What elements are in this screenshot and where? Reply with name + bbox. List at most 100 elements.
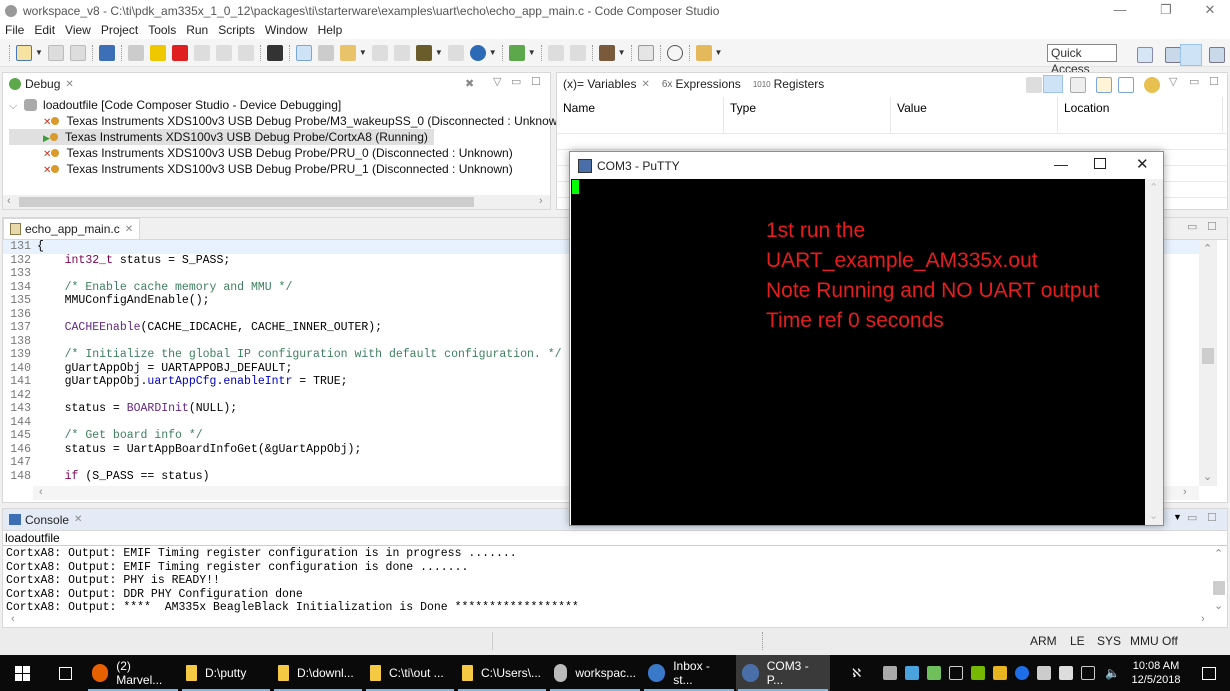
volume-icon[interactable]: 🔈 bbox=[1105, 666, 1120, 680]
remove-terminated-icon[interactable]: ✖ bbox=[465, 77, 474, 90]
quick-access-input[interactable]: Quick Access bbox=[1047, 44, 1117, 76]
minimize-view-icon[interactable]: ▭ bbox=[1189, 75, 1199, 88]
tray-bluetooth-icon[interactable] bbox=[1015, 666, 1030, 680]
console-output[interactable]: CortxA8: Output: EMIF Timing register co… bbox=[6, 547, 1206, 615]
column-type[interactable]: Type bbox=[724, 97, 891, 133]
close-tab-icon[interactable]: ✕ bbox=[125, 224, 133, 235]
pin-icon[interactable] bbox=[695, 44, 712, 61]
putty-title-bar[interactable]: COM3 - PuTTY — ✕ bbox=[570, 152, 1163, 179]
taskbar-item[interactable]: D:\putty bbox=[180, 655, 272, 691]
view-menu-icon[interactable]: ▼ bbox=[1173, 512, 1182, 522]
taskbar-item[interactable]: (2) Marvel... bbox=[86, 655, 180, 691]
minimize-view-icon[interactable]: ▭ bbox=[1187, 220, 1197, 233]
assembly-step-icon[interactable] bbox=[547, 44, 564, 61]
scrollbar-thumb[interactable] bbox=[1213, 581, 1225, 595]
line-number[interactable]: 131 bbox=[3, 240, 37, 254]
view-menu-icon[interactable]: ▽ bbox=[1169, 75, 1177, 88]
taskbar-item[interactable]: C:\Users\... bbox=[456, 655, 548, 691]
pin-view-icon[interactable] bbox=[1118, 77, 1134, 93]
tree-root[interactable]: ⌵ loadoutfile [Code Composer Studio - De… bbox=[9, 97, 568, 113]
taskbar-item[interactable]: COM3 - P... bbox=[736, 655, 830, 691]
chevron-down-icon[interactable]: ▼ bbox=[715, 48, 723, 57]
new-icon[interactable] bbox=[16, 44, 32, 61]
putty-scrollbar[interactable]: ⌃ ⌄ bbox=[1145, 179, 1163, 525]
line-number[interactable]: 135 bbox=[3, 294, 37, 308]
putty-terminal[interactable]: 1st run the UART_example_AM335x.out Note… bbox=[571, 179, 1145, 525]
menu-file[interactable]: File bbox=[0, 23, 29, 37]
disconnect-icon[interactable] bbox=[317, 44, 334, 61]
line-number[interactable]: 148 bbox=[3, 470, 37, 484]
build-hammer-icon[interactable] bbox=[598, 44, 615, 61]
scroll-up-icon[interactable]: ⌃ bbox=[1149, 181, 1158, 194]
scroll-left-icon[interactable]: ‹ bbox=[7, 195, 11, 207]
restore-button[interactable]: ❐ bbox=[1146, 0, 1186, 21]
vertical-scrollbar[interactable]: ⌃ ⌄ bbox=[1199, 240, 1217, 486]
tray-vm-icon[interactable] bbox=[883, 666, 898, 680]
minimize-view-icon[interactable]: ▭ bbox=[1187, 511, 1197, 524]
tab-expressions[interactable]: 6x Expressions bbox=[656, 73, 747, 95]
column-location[interactable]: Location bbox=[1058, 97, 1223, 133]
perspective-edit-icon[interactable] bbox=[1165, 47, 1181, 63]
putty-maximize-button[interactable] bbox=[1094, 158, 1106, 169]
maximize-view-icon[interactable]: ☐ bbox=[1207, 220, 1217, 233]
connect-target-icon[interactable] bbox=[295, 44, 312, 61]
menu-help[interactable]: Help bbox=[313, 23, 348, 37]
tray-app-icon[interactable] bbox=[905, 666, 920, 680]
line-number[interactable]: 132 bbox=[3, 254, 37, 268]
scroll-up-icon[interactable]: ⌃ bbox=[1203, 242, 1212, 255]
clock[interactable]: 10:08 AM 12/5/2018 bbox=[1126, 659, 1186, 687]
resume-icon[interactable] bbox=[127, 44, 144, 61]
putty-close-button[interactable]: ✕ bbox=[1136, 155, 1149, 173]
menu-window[interactable]: Window bbox=[260, 23, 313, 37]
line-number[interactable]: 140 bbox=[3, 362, 37, 376]
collapse-icon[interactable] bbox=[1026, 77, 1042, 93]
watchpoint-icon[interactable] bbox=[393, 44, 410, 61]
tray-network-icon[interactable] bbox=[1081, 666, 1096, 680]
close-button[interactable]: ✕ bbox=[1190, 0, 1230, 21]
tray-nvidia-icon[interactable] bbox=[971, 666, 986, 680]
column-value[interactable]: Value bbox=[891, 97, 1058, 133]
scroll-up-icon[interactable]: ⌃ bbox=[1214, 547, 1223, 560]
launch-icon[interactable] bbox=[469, 44, 486, 61]
save-all-icon[interactable] bbox=[69, 44, 86, 61]
minimize-view-icon[interactable]: ▭ bbox=[511, 75, 521, 88]
line-number[interactable]: 141 bbox=[3, 375, 37, 389]
start-button[interactable] bbox=[0, 655, 44, 691]
scroll-left-icon[interactable]: ‹ bbox=[11, 613, 15, 625]
run-tool-icon[interactable] bbox=[415, 44, 432, 61]
perspective-debug-icon[interactable] bbox=[1180, 44, 1202, 66]
assembly-over-icon[interactable] bbox=[569, 44, 586, 61]
suspend-icon[interactable] bbox=[149, 44, 166, 61]
scrollbar-thumb[interactable] bbox=[1202, 348, 1214, 364]
view-icon[interactable] bbox=[637, 44, 654, 61]
putty-minimize-button[interactable]: — bbox=[1054, 156, 1068, 172]
scroll-right-icon[interactable]: › bbox=[1183, 486, 1187, 498]
line-number[interactable]: 142 bbox=[3, 389, 37, 403]
action-center-icon[interactable] bbox=[1202, 666, 1216, 680]
line-number[interactable]: 139 bbox=[3, 348, 37, 362]
line-number[interactable]: 133 bbox=[3, 267, 37, 281]
chevron-down-icon[interactable]: ▼ bbox=[489, 48, 497, 57]
close-tab-icon[interactable]: ✕ bbox=[641, 79, 649, 90]
tab-registers[interactable]: 1010 Registers bbox=[747, 73, 830, 95]
chevron-down-icon[interactable]: ⌵ bbox=[9, 100, 17, 112]
line-number[interactable]: 138 bbox=[3, 335, 37, 349]
people-icon[interactable]: ℵ bbox=[852, 666, 861, 680]
maximize-view-icon[interactable]: ☐ bbox=[531, 75, 541, 88]
menu-run[interactable]: Run bbox=[181, 23, 213, 37]
chevron-down-icon[interactable]: ▼ bbox=[528, 48, 536, 57]
scroll-down-icon[interactable]: ⌄ bbox=[1214, 599, 1223, 612]
debug-bug-icon[interactable] bbox=[508, 44, 525, 61]
line-number[interactable]: 147 bbox=[3, 456, 37, 470]
tree-item[interactable]: ✕ Texas Instruments XDS100v3 USB Debug P… bbox=[9, 145, 568, 161]
view-menu-icon[interactable]: ▽ bbox=[493, 75, 501, 88]
search-icon[interactable] bbox=[666, 44, 683, 61]
maximize-view-icon[interactable]: ☐ bbox=[1207, 511, 1217, 524]
step-over-icon[interactable] bbox=[215, 44, 232, 61]
taskbar-item[interactable]: Inbox - st... bbox=[642, 655, 736, 691]
close-tab-icon[interactable]: ✕ bbox=[74, 514, 82, 525]
maximize-view-icon[interactable]: ☐ bbox=[1209, 75, 1219, 88]
line-number[interactable]: 145 bbox=[3, 429, 37, 443]
tray-power-icon[interactable] bbox=[1059, 666, 1074, 680]
chevron-down-icon[interactable]: ▼ bbox=[359, 48, 367, 57]
